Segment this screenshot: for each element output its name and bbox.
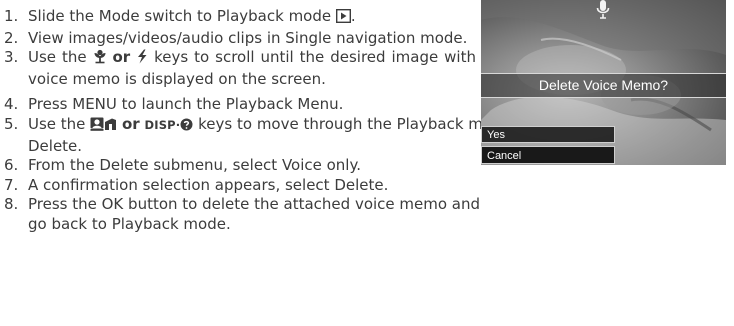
step-text-pre: Use the (28, 114, 86, 133)
step-text: A confirmation selection appears, select… (28, 175, 389, 194)
flash-icon (136, 49, 148, 70)
disp-button-label: DISP· (144, 117, 181, 132)
scene-mode-icon (104, 117, 117, 137)
face-detect-icon (90, 117, 104, 137)
step-number: 5. (4, 114, 19, 133)
menu-option-yes[interactable]: Yes (481, 126, 615, 143)
step-text-or: or (112, 48, 131, 67)
step-number: 2. (4, 28, 19, 47)
microphone-icon (595, 0, 611, 24)
step-text: Press the OK button to delete the attach… (28, 195, 481, 233)
step-text: View images/videos/audio clips in Single… (28, 28, 468, 47)
step-number: 6. (4, 156, 19, 175)
step-text: Slide the Mode switch to Playback mode (28, 7, 332, 25)
step-text: From the Delete submenu, select Voice on… (28, 156, 361, 175)
step-text-pre: Use the (28, 48, 87, 67)
menu-option-cancel[interactable]: Cancel (481, 146, 615, 164)
playback-icon (335, 8, 351, 29)
step-number: 4. (4, 95, 19, 114)
step-8: 8. Press the OK button to delete the att… (4, 195, 734, 234)
step-text-or: or (121, 114, 140, 133)
camera-lcd-screenshot: Delete Voice Memo? Yes Cancel (481, 0, 726, 165)
step-text: Press MENU to launch the Playback Menu. (28, 95, 344, 114)
step-number: 1. (4, 7, 19, 25)
step-number: 3. (4, 48, 19, 67)
step-number: 8. (4, 195, 19, 214)
macro-flower-icon (93, 49, 107, 70)
delete-voice-memo-prompt: Delete Voice Memo? (481, 73, 726, 98)
step-7: 7. A confirmation selection appears, sel… (4, 176, 734, 196)
help-icon (180, 117, 193, 137)
step-number: 7. (4, 175, 19, 194)
